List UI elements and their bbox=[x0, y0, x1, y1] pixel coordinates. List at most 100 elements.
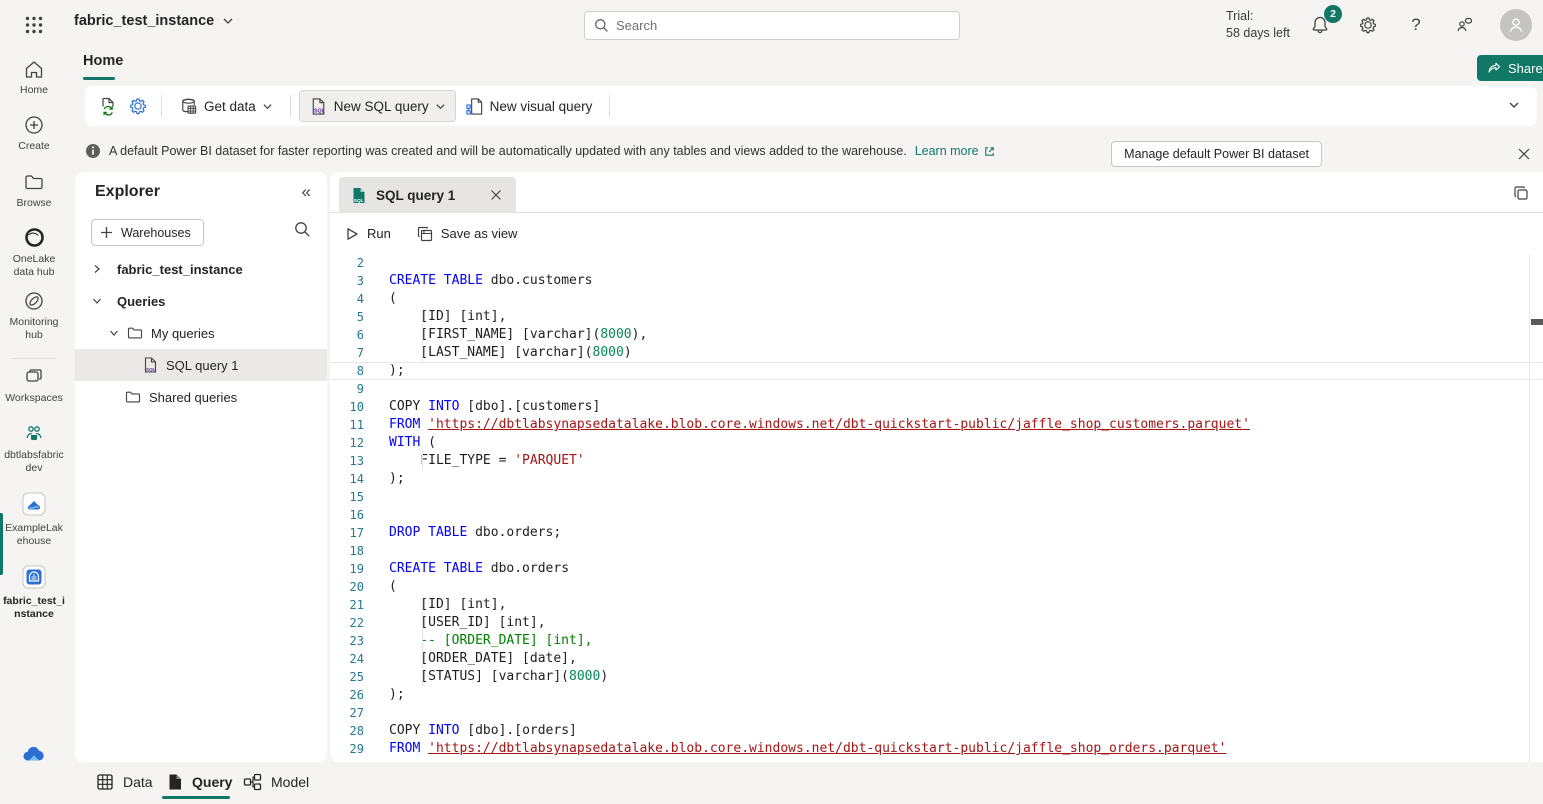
code-text: ); bbox=[364, 686, 405, 704]
code-line[interactable]: 4( bbox=[330, 290, 1543, 308]
help-icon[interactable]: ? bbox=[1400, 9, 1432, 41]
rail-item-home[interactable]: Home bbox=[0, 58, 68, 97]
code-line[interactable]: 22 [USER_ID] [int], bbox=[330, 614, 1543, 632]
rail-item-browse[interactable]: Browse bbox=[0, 171, 68, 210]
rail-label: Monitoring hub bbox=[3, 316, 65, 342]
view-tab-data[interactable]: Data bbox=[96, 767, 153, 797]
chevron-down-icon[interactable] bbox=[108, 328, 120, 338]
feedback-icon[interactable] bbox=[1448, 9, 1480, 41]
settings-gear-icon[interactable] bbox=[123, 91, 153, 121]
explorer-search-icon[interactable] bbox=[294, 221, 311, 238]
save-as-view-button[interactable]: Save as view bbox=[417, 226, 518, 242]
chevron-down-icon bbox=[222, 15, 234, 27]
rail-item-fabric-test-instance[interactable]: fabric_test_instance bbox=[0, 563, 68, 621]
rail-item-monitoring-hub[interactable]: Monitoring hub bbox=[0, 290, 68, 342]
rail-item-workspaces[interactable]: Workspaces bbox=[0, 366, 68, 405]
ribbon-tab-home[interactable]: Home bbox=[83, 53, 123, 69]
code-line[interactable]: 20( bbox=[330, 578, 1543, 596]
view-tab-query[interactable]: Query bbox=[167, 767, 232, 797]
rail-selection-indicator bbox=[0, 513, 3, 575]
code-line[interactable]: 26); bbox=[330, 686, 1543, 704]
code-line[interactable]: 3CREATE TABLE dbo.customers bbox=[330, 272, 1543, 290]
code-line[interactable]: 6 [FIRST_NAME] [varchar](8000), bbox=[330, 326, 1543, 344]
chevron-right-icon[interactable] bbox=[91, 264, 103, 274]
code-line[interactable]: 5 [ID] [int], bbox=[330, 308, 1543, 326]
code-line[interactable]: 28COPY INTO [dbo].[orders] bbox=[330, 722, 1543, 740]
manage-default-dataset-button[interactable]: Manage default Power BI dataset bbox=[1111, 141, 1322, 167]
global-search[interactable] bbox=[584, 11, 960, 40]
search-input[interactable] bbox=[616, 18, 950, 33]
code-line[interactable]: 29FROM 'https://dbtlabsynapsedatalake.bl… bbox=[330, 740, 1543, 758]
code-line[interactable]: 9 bbox=[330, 380, 1543, 398]
tree-item-queries[interactable]: Queries bbox=[75, 285, 327, 317]
query-toolbar: Run Save as view bbox=[330, 213, 1543, 254]
get-data-button[interactable]: Get data bbox=[170, 90, 282, 122]
svg-text:SQL: SQL bbox=[146, 367, 156, 372]
add-warehouses-button[interactable]: Warehouses bbox=[91, 219, 204, 246]
code-text: [ID] [int], bbox=[364, 308, 506, 326]
banner-close-icon[interactable] bbox=[1512, 142, 1536, 166]
plus-icon bbox=[100, 226, 113, 239]
tab-sql-query-1[interactable]: SQL SQL query 1 bbox=[339, 177, 516, 213]
code-line[interactable]: 24 [ORDER_DATE] [date], bbox=[330, 650, 1543, 668]
rail-item-dbtlabsfabricdev[interactable]: dbtlabsfabricdev bbox=[0, 421, 68, 475]
code-line[interactable]: 2 bbox=[330, 254, 1543, 272]
tree-item-warehouse[interactable]: fabric_test_instance bbox=[75, 253, 327, 285]
editor-tab-strip: SQL SQL query 1 bbox=[330, 172, 1543, 213]
code-line[interactable]: 10COPY INTO [dbo].[customers] bbox=[330, 398, 1543, 416]
top-header: fabric_test_instance Trial: 58 days left… bbox=[0, 0, 1543, 50]
code-line[interactable]: 17DROP TABLE dbo.orders; bbox=[330, 524, 1543, 542]
sql-code-editor[interactable]: 23CREATE TABLE dbo.customers4(5 [ID] [in… bbox=[330, 254, 1543, 762]
share-button[interactable]: Share bbox=[1477, 55, 1543, 81]
code-line[interactable]: 19CREATE TABLE dbo.orders bbox=[330, 560, 1543, 578]
rail-item-create[interactable]: Create bbox=[0, 114, 68, 153]
code-text bbox=[364, 542, 389, 560]
code-text: -- [ORDER_DATE] [int], bbox=[364, 632, 593, 650]
line-number: 9 bbox=[330, 380, 364, 398]
new-visual-query-button[interactable]: New visual query bbox=[456, 90, 602, 122]
user-avatar[interactable] bbox=[1500, 9, 1532, 41]
code-line[interactable]: 13 FILE_TYPE = 'PARQUET' bbox=[330, 452, 1543, 470]
code-line[interactable]: 23 -- [ORDER_DATE] [int], bbox=[330, 632, 1543, 650]
learn-more-link[interactable]: Learn more bbox=[915, 144, 996, 158]
chevron-down-icon[interactable] bbox=[91, 296, 103, 306]
new-sql-query-label: New SQL query bbox=[334, 99, 429, 114]
model-diagram-icon bbox=[243, 773, 262, 791]
app-launcher-icon[interactable] bbox=[20, 11, 48, 39]
refresh-warehouse-icon[interactable] bbox=[93, 91, 123, 121]
rail-label: Create bbox=[3, 140, 65, 153]
tree-item-shared-queries[interactable]: Shared queries bbox=[75, 381, 327, 413]
new-sql-query-button[interactable]: SQL New SQL query bbox=[299, 90, 456, 122]
view-tab-model[interactable]: Model bbox=[243, 767, 309, 797]
editor-scrollbar[interactable] bbox=[1529, 254, 1530, 762]
code-line[interactable]: 15 bbox=[330, 488, 1543, 506]
settings-icon[interactable] bbox=[1352, 9, 1384, 41]
tree-item-sql-query-1[interactable]: SQL SQL query 1 bbox=[75, 349, 327, 381]
trial-label: Trial: bbox=[1226, 8, 1316, 25]
toolbar-divider bbox=[609, 95, 610, 117]
code-line[interactable]: 7 [LAST_NAME] [varchar](8000) bbox=[330, 344, 1543, 362]
run-button[interactable]: Run bbox=[345, 226, 391, 241]
indent-guide bbox=[422, 344, 423, 362]
code-line[interactable]: 21 [ID] [int], bbox=[330, 596, 1543, 614]
code-text: [ID] [int], bbox=[364, 596, 506, 614]
tree-item-my-queries[interactable]: My queries bbox=[75, 317, 327, 349]
ribbon-collapse-chevron-icon[interactable] bbox=[1507, 98, 1521, 112]
code-line[interactable]: 8); bbox=[330, 362, 1543, 380]
rail-label: Home bbox=[3, 84, 65, 97]
code-line[interactable]: 12WITH ( bbox=[330, 434, 1543, 452]
tab-close-icon[interactable] bbox=[486, 185, 506, 205]
notifications-button[interactable]: 2 bbox=[1304, 9, 1336, 41]
copy-icon[interactable] bbox=[1513, 185, 1530, 202]
code-line[interactable]: 27 bbox=[330, 704, 1543, 722]
code-line[interactable]: 14); bbox=[330, 470, 1543, 488]
code-line[interactable]: 16 bbox=[330, 506, 1543, 524]
code-text: FROM 'https://dbtlabsynapsedatalake.blob… bbox=[364, 416, 1250, 434]
code-line[interactable]: 25 [STATUS] [varchar](8000) bbox=[330, 668, 1543, 686]
collapse-panel-icon[interactable]: « bbox=[302, 182, 311, 202]
rail-item-examplelakehouse[interactable]: ExampleLakehouse bbox=[0, 490, 68, 548]
rail-item-onelake-data-hub[interactable]: OneLake data hub bbox=[0, 226, 68, 279]
code-line[interactable]: 18 bbox=[330, 542, 1543, 560]
code-line[interactable]: 11FROM 'https://dbtlabsynapsedatalake.bl… bbox=[330, 416, 1543, 434]
workspace-switcher[interactable]: fabric_test_instance bbox=[74, 13, 234, 29]
